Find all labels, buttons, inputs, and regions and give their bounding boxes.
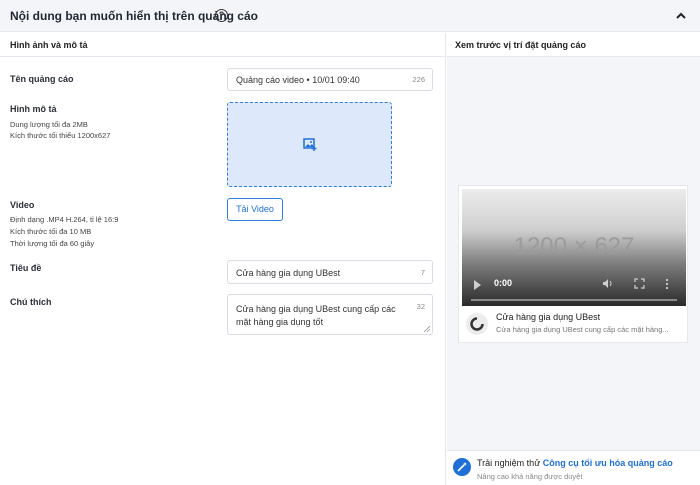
ad-name-label: Tên quảng cáo: [10, 74, 74, 84]
video-controls: 0:00: [462, 270, 686, 306]
brand-name: Cửa hàng gia dụng UBest: [496, 312, 601, 322]
optimization-tool-link[interactable]: Công cụ tối ưu hóa quảng cáo: [543, 458, 673, 468]
tip-subtext: Nâng cao khả năng được duyệt: [477, 472, 583, 481]
video-hint-duration: Thời lượng tối đa 60 giây: [10, 239, 95, 248]
caption-counter: 32: [416, 302, 425, 311]
magic-wand-icon: [453, 458, 471, 476]
video-player[interactable]: 1200 × 627 0:00: [462, 189, 686, 306]
section-header[interactable]: Nội dung bạn muốn hiển thị trên quảng cá…: [0, 0, 700, 32]
image-label: Hình mô tả: [10, 104, 57, 114]
ad-preview-card: 1200 × 627 0:00 Cửa hàng gia dụng UBest …: [458, 185, 688, 343]
title-counter: 7: [420, 268, 425, 277]
question-circle-icon[interactable]: ?: [215, 9, 228, 22]
optimization-tip: Trải nghiệm thử Công cụ tối ưu hóa quảng…: [447, 450, 700, 485]
play-icon[interactable]: [474, 280, 481, 290]
ad-name-value: Quảng cáo video • 10/01 09:40: [236, 75, 360, 85]
title-value: Cửa hàng gia dụng UBest: [236, 268, 341, 278]
image-hint-size: Dung lượng tối đa 2MB: [10, 120, 88, 129]
preview-header: Xem trước vị trí đặt quảng cáo: [447, 33, 700, 57]
ad-name-input[interactable]: Quảng cáo video • 10/01 09:40 226: [227, 68, 433, 91]
caption-value-line2: mặt hàng gia dụng tốt: [236, 317, 324, 327]
tip-text: Trải nghiệm thử Công cụ tối ưu hóa quảng…: [477, 458, 673, 468]
caption-textarea[interactable]: Cửa hàng gia dụng UBest cung cấp các mặt…: [227, 294, 433, 335]
volume-icon[interactable]: [602, 278, 614, 289]
upload-video-button[interactable]: Tải Video: [227, 198, 283, 221]
form-section-title: Hình ảnh và mô tả: [10, 40, 88, 50]
title-label: Tiêu đề: [10, 263, 42, 273]
video-placeholder-text: 1200 × 627: [513, 233, 635, 260]
brand-description: Cửa hàng gia dụng UBest cung cấp các mặt…: [496, 325, 669, 334]
image-hint-dimension: Kích thước tối thiểu 1200x627: [10, 131, 111, 140]
video-label: Video: [10, 200, 35, 210]
caption-value-line1: Cửa hàng gia dụng UBest cung cấp các: [236, 304, 396, 314]
video-time: 0:00: [494, 278, 513, 288]
image-dropzone[interactable]: [227, 102, 392, 187]
ad-name-counter: 226: [412, 75, 425, 84]
more-vertical-icon[interactable]: [665, 278, 669, 290]
content-form: Hình ảnh và mô tả Tên quảng cáo Quảng cá…: [0, 33, 446, 485]
add-image-icon: [303, 138, 317, 151]
fullscreen-icon[interactable]: [634, 278, 645, 289]
video-hint-format: Định dạng .MP4 H.264, tỉ lệ 16:9: [10, 215, 119, 224]
brand-logo-icon: [470, 317, 484, 331]
preview-panel: Xem trước vị trí đặt quảng cáo 1200 × 62…: [447, 33, 700, 485]
resize-handle-icon[interactable]: [424, 326, 430, 332]
brand-logo: [466, 313, 488, 335]
preview-title: Xem trước vị trí đặt quảng cáo: [455, 40, 586, 50]
tip-prefix: Trải nghiệm thử: [477, 458, 543, 468]
chevron-up-icon[interactable]: [674, 9, 688, 23]
form-section-header: Hình ảnh và mô tả: [0, 33, 446, 57]
video-hint-size: Kích thước tối đa 10 MB: [10, 227, 92, 236]
title-input[interactable]: Cửa hàng gia dụng UBest 7: [227, 260, 433, 284]
video-progress-bar[interactable]: [471, 299, 677, 301]
caption-label: Chú thích: [10, 297, 52, 307]
